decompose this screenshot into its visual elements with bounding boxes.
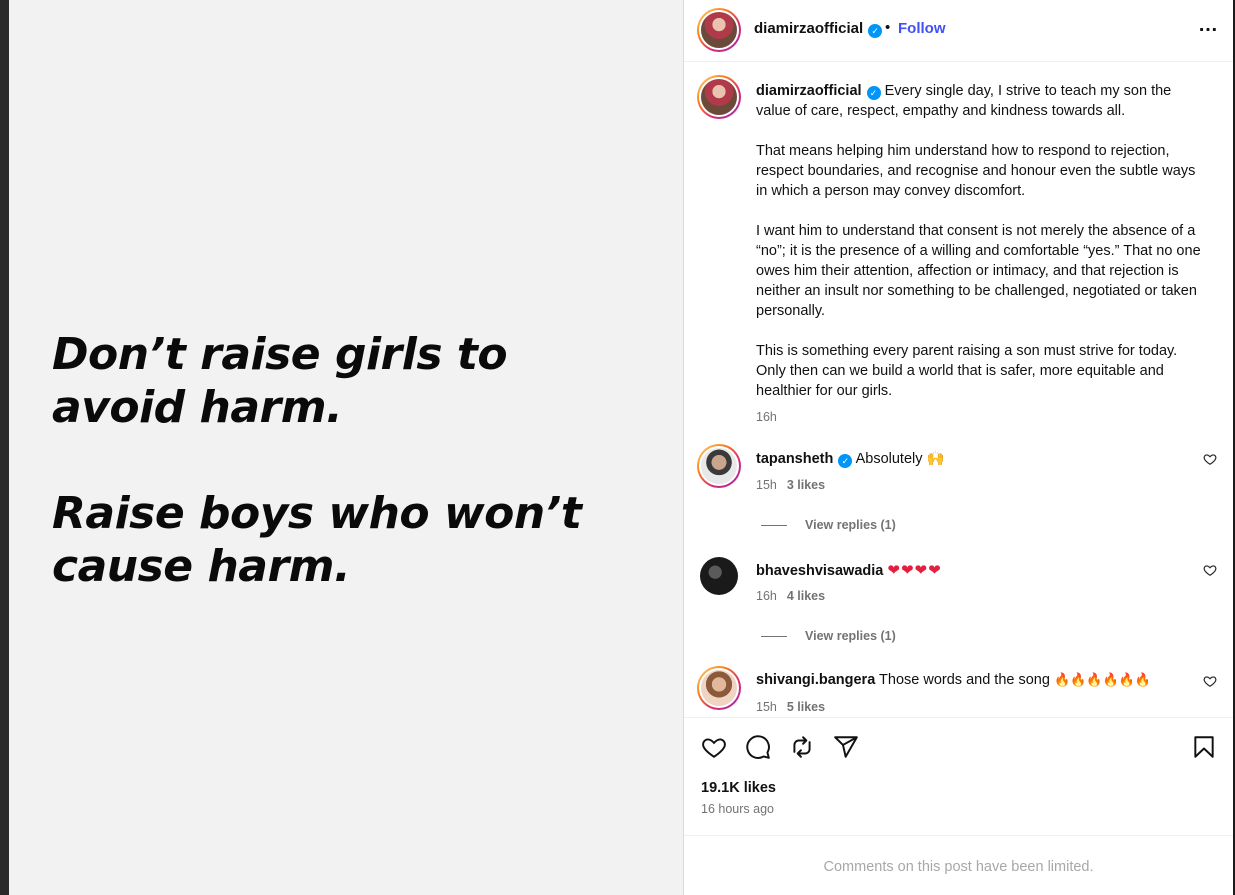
follow-button[interactable]: Follow [898,20,946,37]
post-image: Don’t raise girls to avoid harm. Raise b… [9,0,684,895]
share-icon[interactable] [833,734,859,760]
post-header: diamirzaofficial ✓ • Follow … [684,0,1233,62]
post-actions: 19.1K likes 16 hours ago [684,717,1233,835]
like-comment-icon[interactable] [1203,674,1217,688]
avatar[interactable] [697,444,741,488]
caption-paragraph: I want him to understand that consent is… [756,223,1201,319]
repost-icon[interactable] [789,734,815,760]
save-icon[interactable] [1191,734,1217,760]
separator-dot: • [885,19,891,36]
quote-line-2: Raise boys who won’t cause harm. [52,488,582,592]
view-replies-button[interactable]: View replies (1) [761,629,896,643]
comment-text: Those words and the song [879,672,1050,688]
like-icon[interactable] [701,734,727,760]
avatar[interactable] [697,666,741,710]
comments-limited-notice: Comments on this post have been limited. [684,835,1233,895]
caption-paragraph: That means helping him understand how to… [756,143,1196,199]
comment-username[interactable]: tapansheth [756,451,833,467]
post-timestamp: 16 hours ago [701,802,774,816]
backdrop [0,0,9,895]
like-comment-icon[interactable] [1203,452,1217,466]
likes-count[interactable]: 19.1K likes [701,780,776,796]
comment-text: Absolutely 🙌 [855,451,945,467]
comment-likes[interactable]: 4 likes [787,589,825,603]
comment-time: 15h [756,478,777,492]
caption-paragraph: This is something every parent raising a… [756,343,1178,399]
comment-username[interactable]: shivangi.bangera [756,672,875,688]
quote-line-1: Don’t raise girls to avoid harm. [52,329,508,433]
comment-time: 16h [756,589,777,603]
comment-text: ❤❤❤❤ [887,562,942,579]
comments-scroll-area[interactable]: diamirzaofficial ✓ Every single day, I st… [684,63,1233,717]
more-options-icon[interactable]: … [1198,14,1219,37]
avatar[interactable] [697,75,741,119]
author-username[interactable]: diamirzaofficial ✓ [754,20,883,38]
verified-icon: ✓ [838,454,853,468]
comment-username[interactable]: bhaveshvisawadia [756,563,883,579]
avatar[interactable] [700,557,738,595]
view-replies-button[interactable]: View replies (1) [761,518,896,532]
fire-emoji: 🔥🔥🔥🔥🔥🔥 [1053,672,1152,687]
comment-icon[interactable] [745,734,771,760]
caption-username[interactable]: diamirzaofficial [756,83,862,99]
caption-time: 16h [756,410,777,424]
caption: diamirzaofficial ✓ Every single day, I st… [756,81,1206,427]
verified-icon: ✓ [868,24,883,38]
like-comment-icon[interactable] [1203,563,1217,577]
comment-time: 15h [756,700,777,714]
comment-likes[interactable]: 5 likes [787,700,825,714]
avatar[interactable] [697,8,741,52]
comment-likes[interactable]: 3 likes [787,478,825,492]
verified-icon: ✓ [866,86,881,100]
post-details-panel: diamirzaofficial ✓ • Follow … diamirzaoff… [684,0,1233,895]
